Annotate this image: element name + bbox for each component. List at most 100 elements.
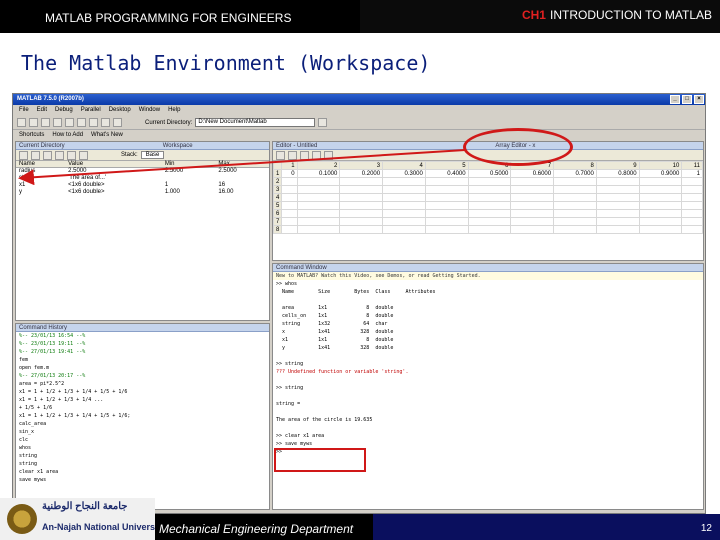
grid-cell[interactable] [382,225,426,234]
undo-icon[interactable] [77,118,86,127]
grid-cell[interactable]: 0.3000 [382,169,426,178]
help-icon[interactable] [113,118,122,127]
history-item[interactable]: save myws [16,476,269,484]
new-file-icon[interactable] [17,118,26,127]
grid-cell[interactable] [510,201,555,210]
grid-cell[interactable] [553,185,597,194]
copy-icon[interactable] [288,150,297,160]
grid-cell[interactable] [638,225,683,234]
grid-cell[interactable]: 0.7000 [553,169,597,178]
history-item[interactable]: string [16,452,269,460]
grid-cell[interactable] [510,177,555,186]
table-row[interactable]: radius 2.5000 2.5000 2.5000 [16,168,269,176]
simulink-icon[interactable] [101,118,110,127]
grid-row-header[interactable]: 7 [273,217,283,226]
shortcut-item[interactable]: How to Add [52,132,83,138]
grid-column-header[interactable]: 4 [382,161,426,170]
grid-column-header[interactable]: 1 [281,161,298,170]
grid-cell[interactable] [296,177,341,186]
grid-cell[interactable] [595,217,640,226]
grid-row-header[interactable]: 4 [273,193,283,202]
history-item[interactable]: %-- 27/01/13 19:41 --% [16,348,269,356]
grid-cell[interactable] [382,209,426,218]
print-icon[interactable] [55,150,64,160]
grid-cell[interactable] [424,209,469,218]
grid-cell[interactable] [339,217,384,226]
copy-icon[interactable] [53,118,62,127]
grid-cell[interactable]: 0.1000 [296,169,341,178]
history-item[interactable]: clc [16,436,269,444]
grid-cell[interactable] [467,193,512,202]
history-item[interactable]: string [16,460,269,468]
grid-cell[interactable] [467,209,512,218]
history-item[interactable]: x1 = 1 + 1/2 + 1/3 + 1/4 + 1/5 + 1/6; [16,412,269,420]
grid-cell[interactable] [553,177,597,186]
maximize-icon[interactable]: □ [682,95,692,104]
delete-icon[interactable] [67,150,76,160]
grid-cell[interactable] [553,209,597,218]
grid-cell[interactable] [339,209,384,218]
current-directory-input[interactable]: D:\New Document\Matlab [195,118,316,127]
grid-column-header[interactable]: 10 [638,161,683,170]
grid-cell[interactable] [595,177,640,186]
grid-cell[interactable] [296,209,341,218]
grid-cell[interactable] [339,225,384,234]
grid-cell[interactable] [281,201,298,210]
grid-cell[interactable] [382,201,426,210]
shortcut-item[interactable]: What's New [91,132,123,138]
grid-cell[interactable] [510,185,555,194]
plot-icon[interactable] [79,150,88,160]
grid-cell[interactable] [681,177,703,186]
cut-icon[interactable] [276,150,285,160]
grid-row-header[interactable]: 1 [273,169,283,178]
grid-cell[interactable] [339,201,384,210]
grid-cell[interactable] [553,225,597,234]
shortcut-item[interactable]: Shortcuts [19,132,44,138]
grid-cell[interactable] [467,217,512,226]
grid-cell[interactable] [510,209,555,218]
grid-cell[interactable] [296,217,341,226]
history-item[interactable]: whos [16,444,269,452]
tab-workspace[interactable]: Workspace [163,143,193,149]
menu-item[interactable]: Desktop [109,107,131,113]
grid-cell[interactable] [595,225,640,234]
grid-cell[interactable] [339,193,384,202]
grid-cell[interactable] [296,225,341,234]
grid-cell[interactable] [638,185,683,194]
grid-column-header[interactable]: 11 [681,161,703,170]
grid-cell[interactable]: 0.8000 [595,169,640,178]
grid-row-header[interactable]: 5 [273,201,283,210]
grid-cell[interactable] [595,209,640,218]
redo-icon[interactable] [89,118,98,127]
grid-cell[interactable] [339,177,384,186]
grid-cell[interactable] [382,177,426,186]
grid-cell[interactable] [281,217,298,226]
open-file-icon[interactable] [29,118,38,127]
cut-icon[interactable] [41,118,50,127]
menu-item[interactable]: File [19,107,29,113]
command-output[interactable]: >> whos Name Size Bytes Class Attributes… [273,280,703,456]
browse-folder-icon[interactable] [318,118,328,127]
grid-cell[interactable] [467,201,512,210]
grid-row-header[interactable]: 3 [273,185,283,194]
grid-cell[interactable] [553,217,597,226]
grid-cell[interactable] [281,193,298,202]
grid-cell[interactable] [553,201,597,210]
grid-cell[interactable] [510,225,555,234]
grid-cell[interactable] [467,177,512,186]
grid-row-header[interactable]: 8 [273,225,283,234]
history-item[interactable]: %-- 27/01/13 20:17 --% [16,372,269,380]
grid-column-header[interactable]: 5 [424,161,469,170]
grid-column-header[interactable]: 2 [296,161,341,170]
grid-cell[interactable] [424,185,469,194]
plot-icon[interactable] [324,150,333,160]
grid-cell[interactable] [382,193,426,202]
grid-cell[interactable] [681,193,703,202]
history-item[interactable]: sin_x [16,428,269,436]
menu-item[interactable]: Help [168,107,180,113]
menu-item[interactable]: Window [139,107,160,113]
menu-item[interactable]: Edit [37,107,47,113]
grid-cell[interactable]: 0 [281,169,298,178]
history-item[interactable]: calc_area [16,420,269,428]
paste-icon[interactable] [65,118,74,127]
